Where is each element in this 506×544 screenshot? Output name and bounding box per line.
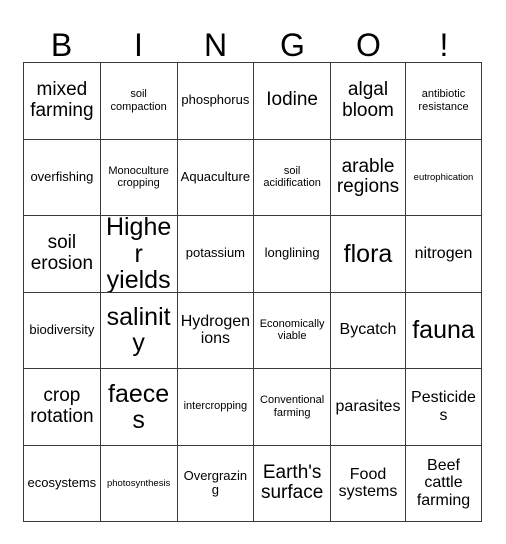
bingo-cell-label: Aquaculture <box>180 168 251 184</box>
bingo-cell-label: fauna <box>412 316 475 345</box>
bingo-cell-label: parasites <box>335 397 401 415</box>
bingo-cell-r3c5[interactable]: flora <box>331 216 406 293</box>
bingo-cell-label: Earth's surface <box>260 461 324 504</box>
bingo-cell-label: Bycatch <box>339 321 397 339</box>
bingo-row: ecosystems photosynthesis Overgrazing Ea… <box>24 445 482 522</box>
bingo-grid: mixed farming soil compaction phosphorus… <box>23 62 482 522</box>
bingo-cell-label: Pesticides <box>411 389 476 424</box>
bingo-cell-label: nitrogen <box>414 244 473 262</box>
bingo-cell-label: Beef cattle farming <box>416 456 471 510</box>
bingo-header-letter-5: O <box>356 27 381 63</box>
bingo-card: B I N G O ! mixed farming soil compactio… <box>0 0 506 544</box>
bingo-header-row: B I N G O ! <box>23 16 482 62</box>
bingo-cell-label: faeces <box>108 379 170 434</box>
bingo-cell-r1c6[interactable]: antibiotic resistance <box>406 63 482 140</box>
bingo-row: crop rotation faeces intercropping Conve… <box>24 369 482 446</box>
bingo-cell-label: Iodine <box>266 89 319 111</box>
bingo-cell-label: salinity <box>106 303 171 358</box>
bingo-cell-r2c1[interactable]: overfishing <box>24 139 101 216</box>
bingo-cell-r1c3[interactable]: phosphorus <box>177 63 255 140</box>
bingo-row: overfishing Monoculture cropping Aquacul… <box>24 139 482 216</box>
bingo-cell-r5c6[interactable]: Pesticides <box>406 369 482 446</box>
bingo-cell-label: arable regions <box>336 155 400 198</box>
bingo-cell-label: phosphorus <box>181 92 250 108</box>
bingo-cell-r3c6[interactable]: nitrogen <box>406 216 482 293</box>
bingo-cell-r6c3[interactable]: Overgrazing <box>177 445 255 522</box>
bingo-cell-r5c2[interactable]: faeces <box>100 369 178 446</box>
bingo-header-letter-4: G <box>280 27 305 63</box>
bingo-cell-label: eutrophication <box>413 171 474 183</box>
bingo-header-letter-1: B <box>50 27 73 63</box>
bingo-cell-r1c5[interactable]: algal bloom <box>331 63 406 140</box>
bingo-cell-label: algal bloom <box>342 79 394 121</box>
bingo-cell-label: flora <box>343 239 393 268</box>
bingo-cell-r4c5[interactable]: Bycatch <box>331 292 406 369</box>
bingo-cell-r4c2[interactable]: salinity <box>100 292 178 369</box>
bingo-cell-r2c2[interactable]: Monoculture cropping <box>100 139 178 216</box>
bingo-header-letter-3: N <box>203 27 228 63</box>
bingo-cell-r4c4[interactable]: Economically viable <box>254 292 331 369</box>
bingo-row: soil erosion Higher yields potassium lon… <box>24 216 482 293</box>
bingo-cell-r4c6[interactable]: fauna <box>406 292 482 369</box>
bingo-cell-label: photosynthesis <box>106 477 171 489</box>
bingo-cell-r6c6[interactable]: Beef cattle farming <box>406 445 482 522</box>
bingo-cell-label: longlining <box>264 245 320 261</box>
bingo-cell-label: potassium <box>185 245 245 261</box>
bingo-cell-r1c1[interactable]: mixed farming <box>24 63 101 140</box>
bingo-cell-label: Conventional farming <box>260 394 325 419</box>
bingo-cell-r6c2[interactable]: photosynthesis <box>100 445 178 522</box>
bingo-cell-r3c2[interactable]: Higher yields <box>100 216 178 293</box>
bingo-cell-r5c4[interactable]: Conventional farming <box>254 369 331 446</box>
bingo-row: mixed farming soil compaction phosphorus… <box>24 63 482 140</box>
bingo-cell-label: intercropping <box>183 400 248 413</box>
bingo-cell-label: biodiversity <box>29 321 95 337</box>
bingo-cell-label: antibiotic resistance <box>418 88 469 113</box>
bingo-cell-r1c4[interactable]: Iodine <box>254 63 331 140</box>
bingo-row: biodiversity salinity Hydrogen ions Econ… <box>24 292 482 369</box>
bingo-cell-label: Economically viable <box>259 317 325 343</box>
bingo-cell-r6c1[interactable]: ecosystems <box>24 445 101 522</box>
bingo-cell-r5c1[interactable]: crop rotation <box>24 369 101 446</box>
bingo-cell-label: soil compaction <box>110 88 167 113</box>
bingo-cell-r2c4[interactable]: soil acidification <box>254 139 331 216</box>
bingo-cell-r5c3[interactable]: intercropping <box>177 369 255 446</box>
bingo-cell-label: mixed farming <box>30 79 94 121</box>
bingo-cell-r6c4[interactable]: Earth's surface <box>254 445 331 522</box>
bingo-cell-r2c5[interactable]: arable regions <box>331 139 406 216</box>
bingo-cell-label: Hydrogen ions <box>180 312 251 348</box>
bingo-cell-r1c2[interactable]: soil compaction <box>100 63 178 140</box>
bingo-cell-r4c1[interactable]: biodiversity <box>24 292 101 369</box>
bingo-cell-label: crop rotation <box>30 385 94 427</box>
bingo-cell-r3c3[interactable]: potassium <box>177 216 255 293</box>
bingo-cell-r5c5[interactable]: parasites <box>331 369 406 446</box>
bingo-header-letter-2: I <box>134 27 143 63</box>
bingo-cell-r2c6[interactable]: eutrophication <box>406 139 482 216</box>
bingo-cell-label: soil erosion <box>30 232 94 274</box>
bingo-cell-label: Overgrazing <box>183 467 248 498</box>
bingo-cell-label: ecosystems <box>27 474 97 490</box>
bingo-cell-label: Monoculture cropping <box>108 164 169 190</box>
bingo-header-letter-6: ! <box>439 27 449 63</box>
bingo-cell-label: Higher yields <box>105 216 172 293</box>
bingo-cell-r3c4[interactable]: longlining <box>254 216 331 293</box>
bingo-cell-r6c5[interactable]: Food systems <box>331 445 406 522</box>
bingo-cell-r4c3[interactable]: Hydrogen ions <box>177 292 255 369</box>
bingo-cell-label: overfishing <box>30 168 94 184</box>
bingo-cell-r3c1[interactable]: soil erosion <box>24 216 101 293</box>
bingo-cell-r2c3[interactable]: Aquaculture <box>177 139 255 216</box>
bingo-cell-label: Food systems <box>338 465 398 501</box>
bingo-cell-label: soil acidification <box>263 164 321 190</box>
